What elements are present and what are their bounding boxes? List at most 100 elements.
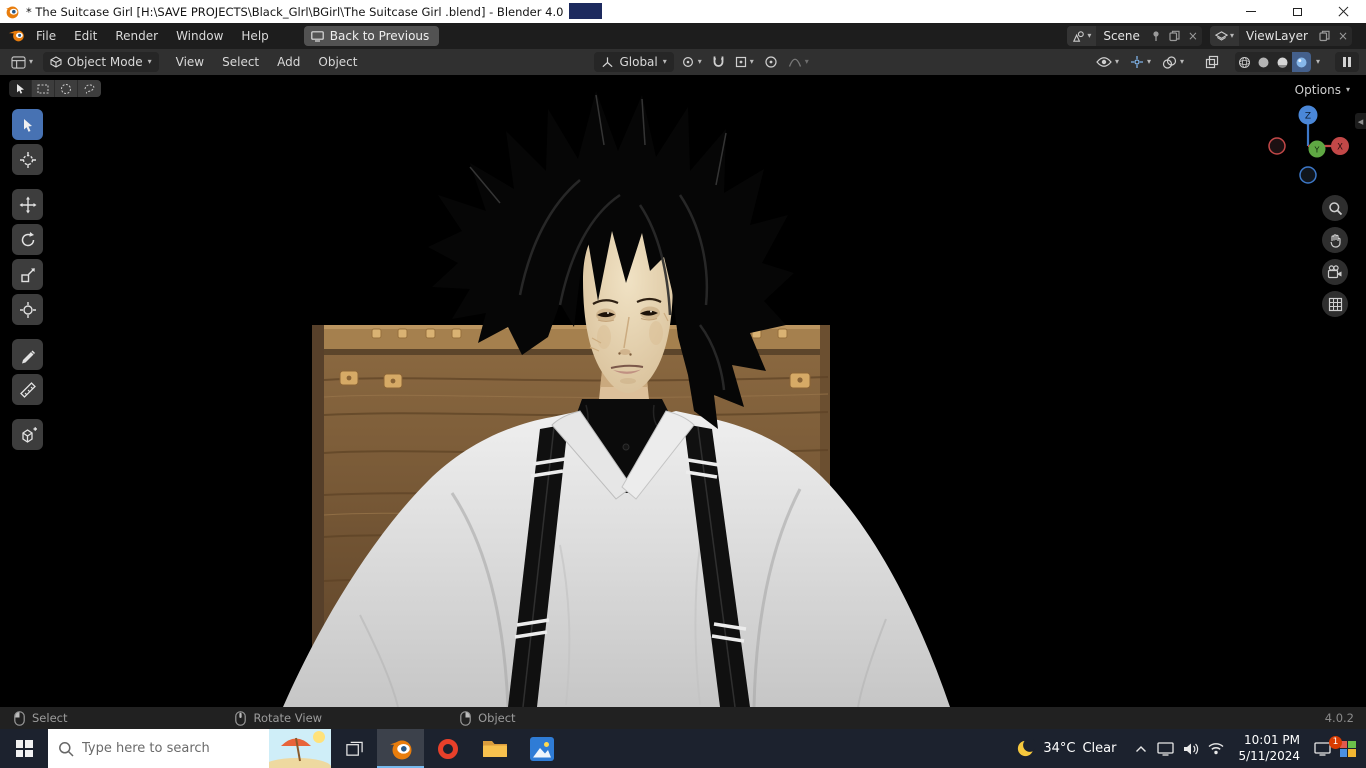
scene-name[interactable]: Scene [1096,29,1147,43]
menu-view[interactable]: View [167,55,213,69]
pivot-point-selector[interactable]: ▾ [678,53,705,71]
orientation-selector[interactable]: Global ▾ [594,52,674,72]
proportional-falloff-selector[interactable]: ▾ [785,54,812,70]
shading-wireframe-button[interactable] [1235,52,1254,72]
tool-move[interactable] [12,189,43,220]
search-highlight-graphic[interactable] [269,729,331,768]
taskbar-app-blender[interactable] [377,729,424,768]
editor-type-button[interactable]: ▾ [7,54,37,71]
scene-pin-button[interactable] [1147,26,1165,46]
snap-with-selector[interactable]: ▾ [732,54,757,70]
tool-rotate[interactable] [12,224,43,255]
taskbar-app-photos[interactable] [518,729,565,768]
tool-scale[interactable] [12,259,43,290]
tool-cursor[interactable] [12,144,43,175]
viewlayer-remove-button[interactable]: × [1334,26,1352,46]
search-input[interactable] [82,741,269,756]
maximize-button[interactable] [1274,0,1320,23]
blender-menu-logo[interactable] [8,29,27,43]
mode-selector[interactable]: Object Mode ▾ [43,52,159,72]
taskbar-app-browser[interactable] [424,729,471,768]
scene-new-button[interactable] [1165,26,1184,46]
pause-button[interactable] [1335,52,1359,72]
chevron-down-icon: ▾ [1146,57,1151,66]
tray-volume-button[interactable] [1178,742,1203,756]
shading-dropdown-chevron[interactable]: ▾ [1316,58,1320,66]
tray-hidden-icons-button[interactable] [1128,745,1153,753]
sidebar-collapse-arrow[interactable]: ◂ [1355,113,1366,129]
select-mode-lasso-button[interactable] [78,80,101,97]
taskbar-weather[interactable]: 34°C Clear [1003,738,1128,759]
close-button[interactable] [1320,0,1366,23]
left-mouse-icon [14,710,25,726]
select-mode-box-button[interactable] [32,80,55,97]
viewlayer-name[interactable]: ViewLayer [1239,29,1315,43]
grid-icon [1328,297,1342,311]
camera-view-button[interactable] [1322,259,1348,285]
viewport-nav-buttons [1322,195,1348,317]
start-button[interactable] [0,729,48,768]
taskbar-app-file-explorer[interactable] [471,729,518,768]
taskbar-clock[interactable]: 10:01 PM 5/11/2024 [1228,733,1310,764]
tray-display-button[interactable] [1153,741,1178,756]
menu-render[interactable]: Render [106,26,167,46]
navigation-gizmo[interactable]: Z X Y [1264,103,1352,191]
tool-measure[interactable] [12,374,43,405]
tool-add-cube[interactable] [12,419,43,450]
select-mode-circle-button[interactable] [55,80,78,97]
viewlayer-browse-button[interactable]: ▾ [1209,26,1239,46]
eye-icon [1096,57,1112,67]
chevron-down-icon: ▾ [662,57,667,66]
measure-ruler-icon [19,381,36,398]
pin-icon [1153,31,1159,41]
status-hint-select: Select [14,710,67,726]
options-button[interactable]: Options ▾ [1289,81,1356,99]
gizmos-dropdown[interactable]: ▾ [1127,53,1154,71]
ortho-grid-button[interactable] [1322,291,1348,317]
menu-object[interactable]: Object [309,55,366,69]
back-to-previous-button[interactable]: Back to Previous [303,26,440,46]
pan-button[interactable] [1322,227,1348,253]
tool-shelf [12,109,43,450]
gizmo-z-label: Z [1305,112,1311,122]
transform-settings: Global ▾ ▾ ▾ ▾ [594,52,811,72]
chevron-down-icon: ▾ [749,57,754,66]
viewport-3d[interactable]: Options ▾ Z X Y ◂ [0,75,1366,707]
pause-bar [1348,57,1352,67]
shading-solid-button[interactable] [1254,52,1273,72]
select-mode-tweak-button[interactable] [9,80,32,97]
tool-select-box[interactable] [12,109,43,140]
menu-file[interactable]: File [27,26,65,46]
right-mouse-icon [460,710,471,726]
viewlayer-icon [1214,30,1228,41]
shading-rendered-button[interactable] [1291,52,1311,72]
menu-add[interactable]: Add [268,55,309,69]
menu-help[interactable]: Help [232,26,277,46]
zoom-button[interactable] [1322,195,1348,221]
tray-notifications-button[interactable]: 1 [1310,735,1342,756]
menu-select[interactable]: Select [213,55,268,69]
minimize-button[interactable] [1228,0,1274,23]
taskbar-search[interactable] [48,729,331,768]
viewlayer-new-button[interactable] [1315,26,1334,46]
shading-material-button[interactable] [1273,52,1292,72]
tray-network-button[interactable] [1203,742,1228,755]
menu-edit[interactable]: Edit [65,26,106,46]
gizmo-neg-x-ball[interactable] [1268,137,1286,155]
snap-toggle[interactable] [709,53,728,71]
task-view-button[interactable] [331,729,377,768]
scene-unlink-button[interactable]: × [1184,26,1202,46]
blender-app-icon [5,6,19,19]
overlays-dropdown[interactable]: ▾ [1159,54,1187,71]
tool-annotate[interactable] [12,339,43,370]
xray-toggle[interactable] [1202,53,1222,71]
proportional-editing-toggle[interactable] [761,53,781,71]
network-icon [1208,743,1224,755]
gizmo-neg-z-ball[interactable] [1299,166,1317,184]
visibility-dropdown[interactable]: ▾ [1093,54,1122,70]
tool-transform[interactable] [12,294,43,325]
scene-browse-button[interactable]: ▾ [1067,26,1097,46]
menu-window[interactable]: Window [167,26,232,46]
material-sphere-icon [1277,57,1288,68]
viewlayer-selector: ▾ ViewLayer × [1209,26,1352,46]
